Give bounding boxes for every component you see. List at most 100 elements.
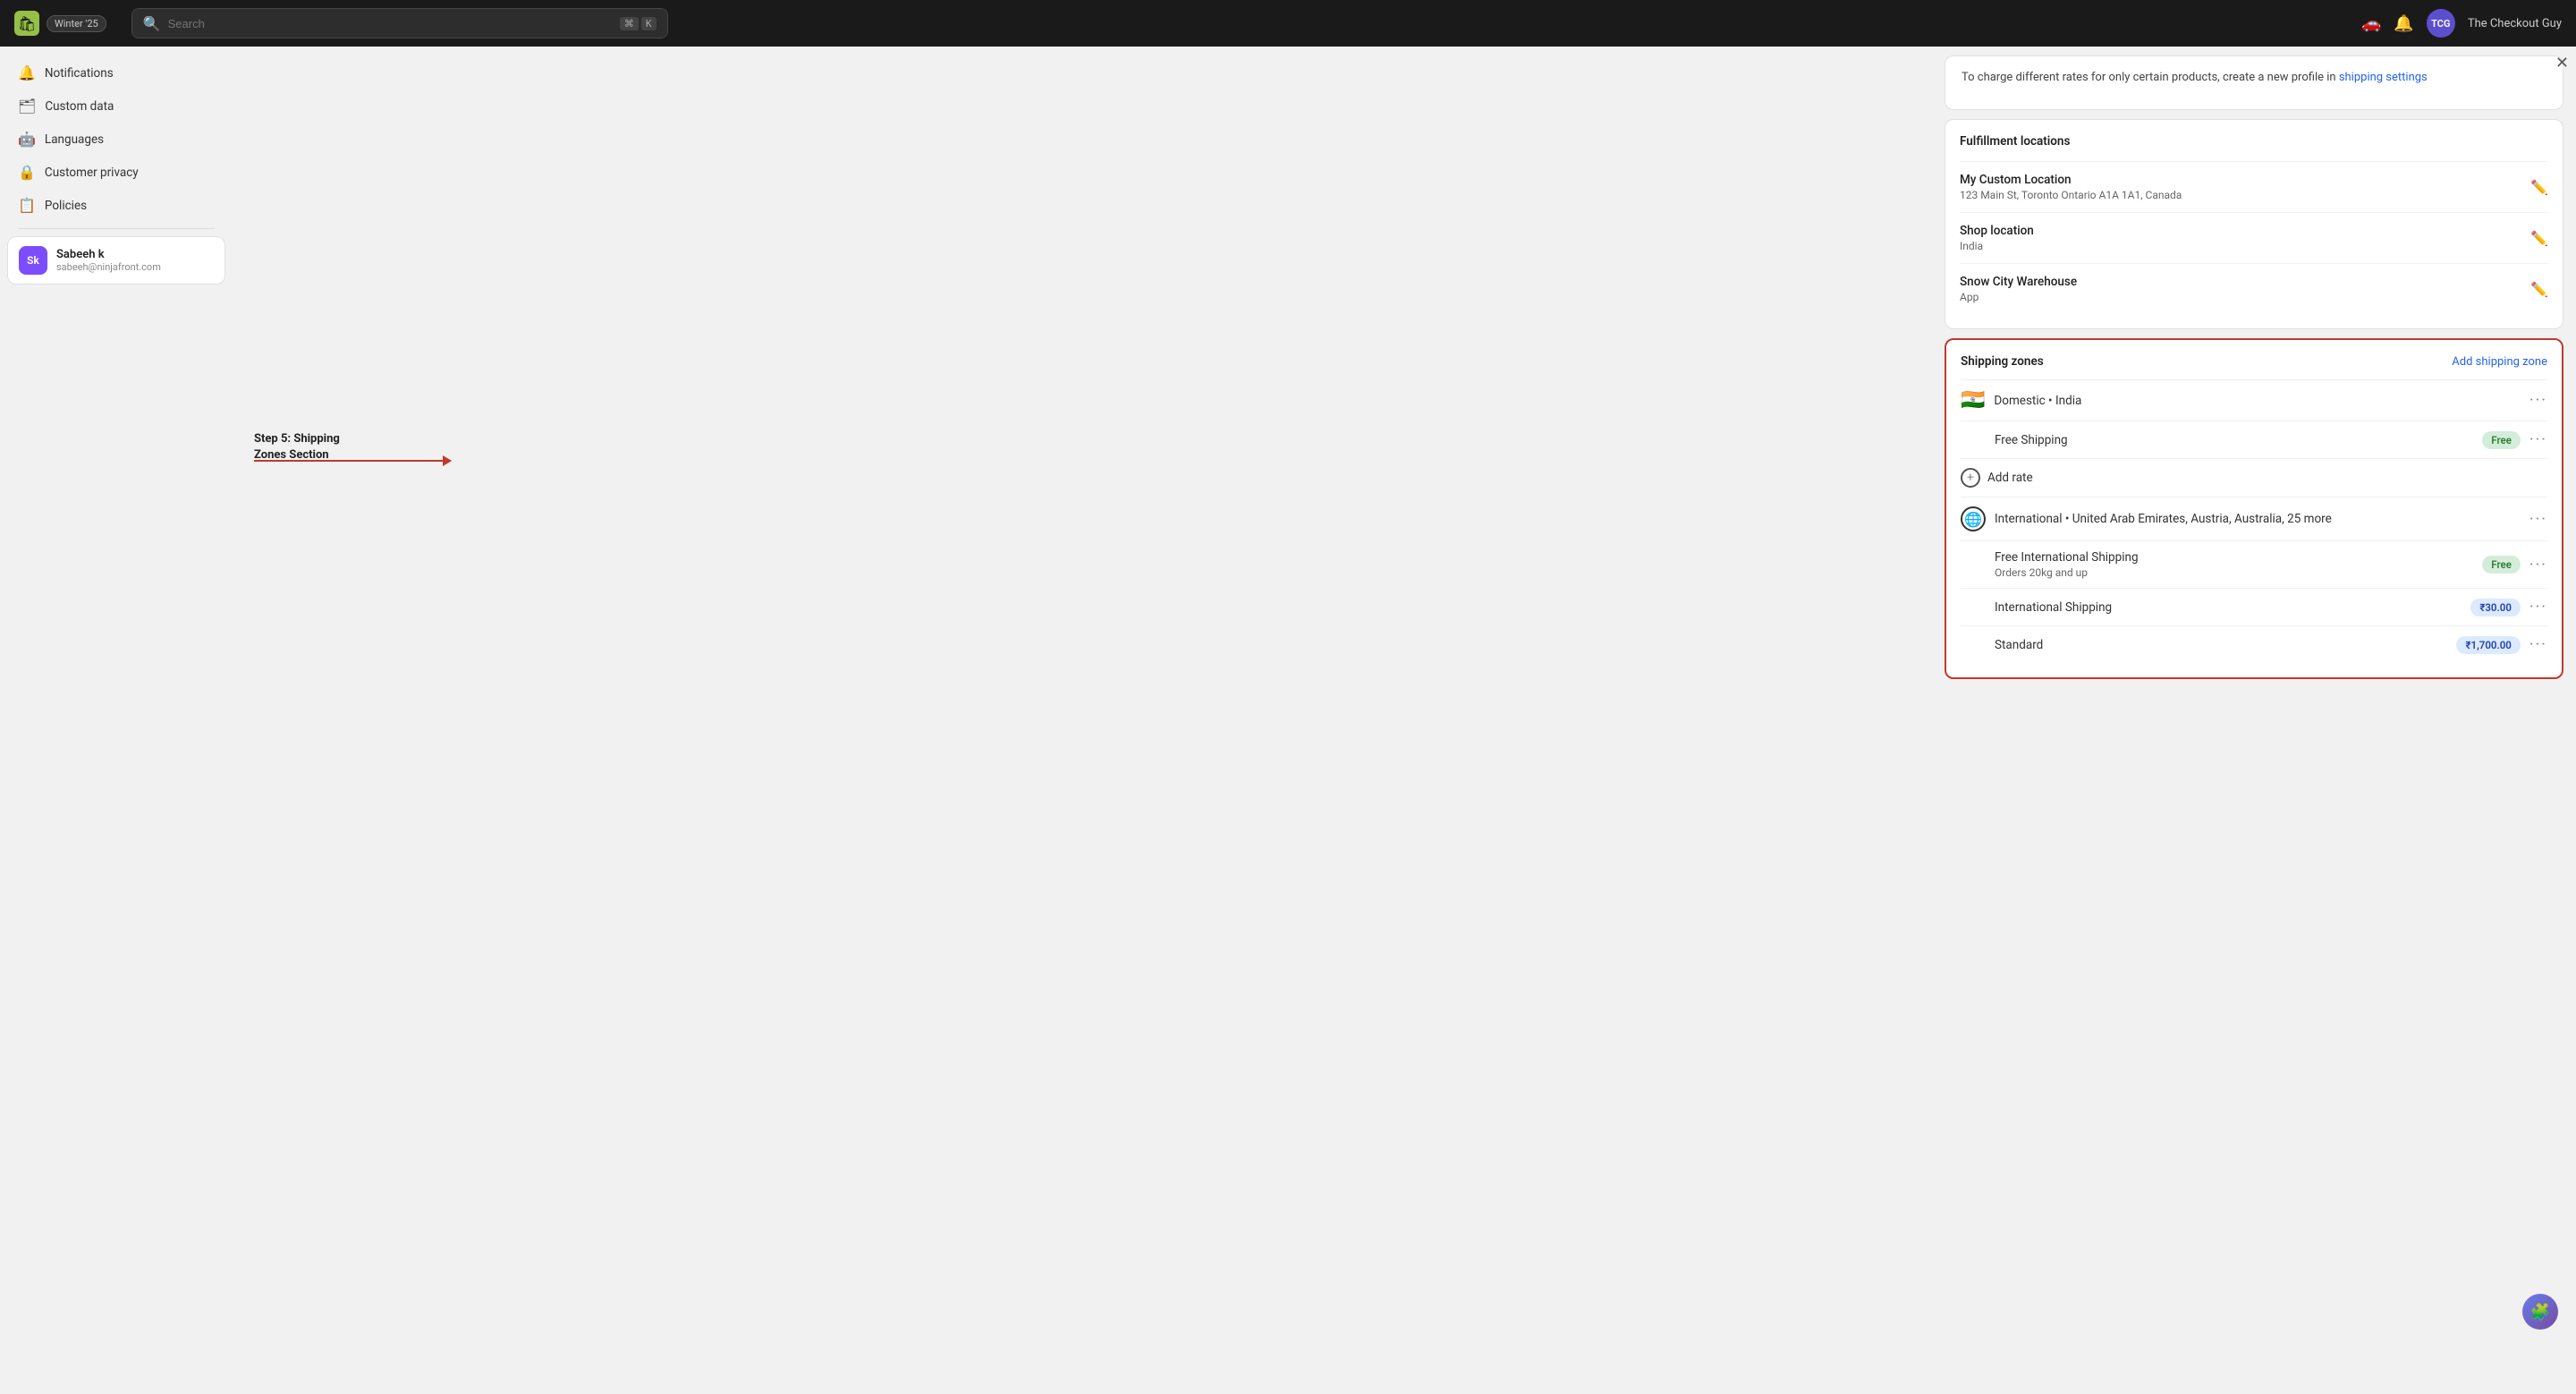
shipping-settings-link[interactable]: shipping settings <box>2339 71 2428 84</box>
zones-title: Shipping zones <box>1961 354 2044 369</box>
languages-icon: 🤖 <box>18 131 36 148</box>
search-input[interactable] <box>168 17 613 30</box>
rate-menu[interactable]: ··· <box>2529 430 2547 449</box>
annotation-area: Step 5: ShippingZones Section <box>233 47 1932 1347</box>
info-card: To charge different rates for only certa… <box>1945 55 2563 110</box>
nav-right: 🚗 🔔 TCG The Checkout Guy <box>2361 9 2562 38</box>
top-navigation: 🛍 Winter '25 🔍 ⌘ K 🚗 🔔 TCG The Checkout … <box>0 0 2576 47</box>
location-row-custom: My Custom Location 123 Main St, Toronto … <box>1960 161 2548 212</box>
international-zone-row: 🌐 International • United Arab Emirates, … <box>1961 497 2547 540</box>
rate-name: Free International Shipping <box>1995 550 2139 565</box>
domestic-zone-group: 🇮🇳 Domestic • India ··· Free Shipping Fr… <box>1961 379 2547 497</box>
free-shipping-rate-row: Free Shipping Free ··· <box>1961 421 2547 458</box>
standard-rate-row: Standard ₹1,700.00 ··· <box>1961 625 2547 663</box>
free-intl-badge: Free <box>2482 556 2521 574</box>
add-rate-row[interactable]: + Add rate <box>1961 458 2547 497</box>
custom-data-icon: 🗂 <box>18 98 36 115</box>
rate-right: Free ··· <box>2482 556 2547 574</box>
sidebar-item-label: Customer privacy <box>45 166 139 180</box>
location-name: My Custom Location <box>1960 173 2182 187</box>
domestic-zone-row: 🇮🇳 Domestic • India ··· <box>1961 379 2547 421</box>
domestic-zone-name: Domestic • India <box>1994 394 2081 408</box>
sidebar-item-label: Notifications <box>45 66 114 81</box>
user-card-name: Sabeeh k <box>56 248 161 261</box>
rate-info: Free Shipping <box>1995 433 2068 447</box>
rate-menu[interactable]: ··· <box>2529 635 2547 654</box>
arrow-indicator <box>254 460 451 462</box>
free-intl-rate-row: Free International Shipping Orders 20kg … <box>1961 540 2547 588</box>
user-name-label: The Checkout Guy <box>2468 17 2562 30</box>
price-badge-std: ₹1,700.00 <box>2456 636 2520 654</box>
india-flag-icon: 🇮🇳 <box>1961 389 1985 412</box>
price-badge: ₹30.00 <box>2470 599 2521 616</box>
rate-name: Free Shipping <box>1995 433 2068 447</box>
edit-icon-snow[interactable]: ✏️ <box>2530 281 2548 298</box>
edit-icon-custom[interactable]: ✏️ <box>2530 179 2548 196</box>
international-zone-name: International • United Arab Emirates, Au… <box>1995 512 2332 526</box>
car-icon[interactable]: 🚗 <box>2361 14 2381 33</box>
page-layout: 🔔 Notifications 🗂 Custom data 🤖 Language… <box>0 47 2576 1347</box>
rate-right: ₹30.00 ··· <box>2470 598 2547 616</box>
search-icon: 🔍 <box>143 15 161 32</box>
location-name: Snow City Warehouse <box>1960 275 2077 289</box>
add-shipping-zone-link[interactable]: Add shipping zone <box>2452 355 2547 369</box>
globe-icon: 🌐 <box>1961 506 1986 531</box>
close-button[interactable]: ✕ <box>2555 54 2569 72</box>
sidebar-item-policies[interactable]: 📋 Policies <box>7 190 225 221</box>
location-address: 123 Main St, Toronto Ontario A1A 1A1, Ca… <box>1960 189 2182 201</box>
location-info: Snow City Warehouse App <box>1960 275 2077 303</box>
international-zone-menu[interactable]: ··· <box>2529 510 2547 529</box>
location-info: My Custom Location 123 Main St, Toronto … <box>1960 173 2182 201</box>
domestic-zone-menu[interactable]: ··· <box>2529 391 2547 410</box>
rate-menu[interactable]: ··· <box>2529 556 2547 574</box>
sidebar: 🔔 Notifications 🗂 Custom data 🤖 Language… <box>0 47 233 1347</box>
k-key: K <box>641 17 657 30</box>
user-avatar[interactable]: TCG <box>2427 9 2455 38</box>
sidebar-item-languages[interactable]: 🤖 Languages <box>7 123 225 155</box>
rate-right: Free ··· <box>2482 430 2547 449</box>
rate-info: Free International Shipping Orders 20kg … <box>1995 550 2139 579</box>
zone-flag-info: 🇮🇳 Domestic • India <box>1961 389 2081 412</box>
fulfillment-card: Fulfillment locations My Custom Location… <box>1945 119 2563 329</box>
rate-name: International Shipping <box>1995 600 2112 615</box>
sidebar-item-label: Policies <box>45 199 87 213</box>
search-bar[interactable]: 🔍 ⌘ K <box>131 8 668 38</box>
sidebar-item-label: Custom data <box>45 99 114 114</box>
location-address: App <box>1960 291 2077 303</box>
free-badge: Free <box>2482 431 2521 449</box>
international-zone-group: 🌐 International • United Arab Emirates, … <box>1961 497 2547 663</box>
bell-sidebar-icon: 🔔 <box>18 64 36 81</box>
sidebar-item-custom-data[interactable]: 🗂 Custom data <box>7 90 225 122</box>
rate-menu[interactable]: ··· <box>2529 598 2547 616</box>
search-shortcut: ⌘ K <box>620 17 657 30</box>
zone-flag-info: 🌐 International • United Arab Emirates, … <box>1961 506 2332 531</box>
winter-badge: Winter '25 <box>47 15 106 32</box>
info-text: To charge different rates for only certa… <box>1960 71 2548 95</box>
policies-icon: 📋 <box>18 197 36 214</box>
sidebar-item-notifications[interactable]: 🔔 Notifications <box>7 57 225 89</box>
user-card[interactable]: Sk Sabeeh k sabeeh@ninjafront.com <box>7 236 225 285</box>
help-icon[interactable]: 🧩 <box>2522 1294 2558 1330</box>
cmd-key: ⌘ <box>620 17 639 30</box>
main-panel: ✕ To charge different rates for only cer… <box>1932 47 2576 1347</box>
rate-sub: Orders 20kg and up <box>1995 566 2139 579</box>
user-card-avatar: Sk <box>19 246 47 275</box>
rate-right: ₹1,700.00 ··· <box>2456 635 2547 654</box>
location-row-shop: Shop location India ✏️ <box>1960 212 2548 263</box>
rate-name: Standard <box>1995 638 2043 652</box>
bell-icon[interactable]: 🔔 <box>2394 14 2413 33</box>
intl-shipping-rate-row: International Shipping ₹30.00 ··· <box>1961 588 2547 625</box>
sidebar-item-customer-privacy[interactable]: 🔒 Customer privacy <box>7 157 225 188</box>
location-address: India <box>1960 240 2034 252</box>
location-info: Shop location India <box>1960 224 2034 252</box>
logo-area[interactable]: 🛍 Winter '25 <box>14 11 106 36</box>
shopify-logo-icon: 🛍 <box>14 11 39 36</box>
zones-header: Shipping zones Add shipping zone <box>1961 354 2547 369</box>
plus-icon: + <box>1961 468 1980 488</box>
fulfillment-title: Fulfillment locations <box>1960 134 2548 149</box>
location-name: Shop location <box>1960 224 2034 238</box>
edit-icon-shop[interactable]: ✏️ <box>2530 230 2548 247</box>
arrow-line <box>254 460 451 462</box>
user-card-email: sabeeh@ninjafront.com <box>56 261 161 273</box>
user-card-info: Sabeeh k sabeeh@ninjafront.com <box>56 248 161 273</box>
